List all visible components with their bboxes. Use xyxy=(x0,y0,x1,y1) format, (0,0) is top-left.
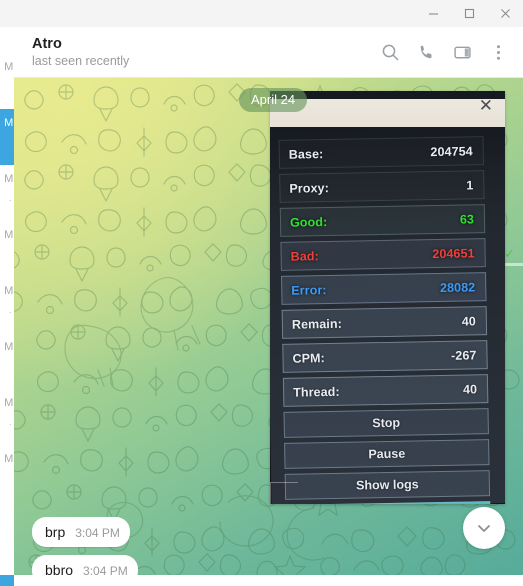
chat-list-item[interactable]: M · xyxy=(0,389,14,445)
chat-list-item[interactable]: M xyxy=(0,445,14,501)
photo-inner-frame xyxy=(270,482,298,504)
stat-label-bad: Bad: xyxy=(290,248,319,264)
chat-list-item-meta: · xyxy=(8,419,12,430)
chat-list-item-time: M xyxy=(4,173,13,185)
stat-label-remain: Remain: xyxy=(291,316,343,332)
chat-list-item-time: M xyxy=(4,61,13,73)
chat-list-item[interactable]: M xyxy=(0,53,14,109)
chat-list-item[interactable]: M · xyxy=(0,277,14,333)
composer-strip xyxy=(0,575,523,586)
chat-list-sidebar[interactable]: M M M M · M M · M M · M xyxy=(0,27,14,582)
chat-list-item-meta: · xyxy=(8,307,12,318)
chat-list-item-time: M xyxy=(4,341,13,353)
stat-label-thread: Thread: xyxy=(293,384,340,400)
message-text: brp xyxy=(45,524,66,540)
stat-row-bad: Bad: 204651 xyxy=(280,238,486,271)
show-logs-button: Show logs xyxy=(284,470,491,500)
chat-list-item[interactable]: M · xyxy=(0,165,14,221)
stat-value-good: 63 xyxy=(459,211,475,227)
progress-bar xyxy=(285,501,491,504)
stat-value-proxy: 1 xyxy=(466,177,474,192)
stat-label-cpm: CPM: xyxy=(292,350,325,366)
chat-list-item-time: M xyxy=(4,397,13,409)
stats-panel: Base: 204754 Proxy: 1 Good: 63 Bad: 2046… xyxy=(278,136,491,504)
stat-value-base: 204754 xyxy=(430,143,473,159)
search-icon[interactable] xyxy=(373,35,407,69)
window-maximize-button[interactable] xyxy=(451,0,487,27)
photo-message[interactable]: ✕ Base: 204754 Proxy: 1 Good: 63 Bad: 20… xyxy=(270,91,505,504)
stat-value-remain: 40 xyxy=(461,313,476,329)
stat-label-proxy: Proxy: xyxy=(289,180,330,196)
chat-header-actions xyxy=(373,35,515,69)
stat-label-error: Error: xyxy=(291,282,327,298)
stat-row-cpm: CPM: -267 xyxy=(282,340,488,373)
more-menu-icon[interactable] xyxy=(481,35,515,69)
stat-label-good: Good: xyxy=(289,214,328,230)
chat-list-item-time: M xyxy=(4,285,13,297)
chat-list-item-time: M xyxy=(4,229,13,241)
chat-list-item[interactable]: M xyxy=(0,27,14,53)
stat-label-base: Base: xyxy=(288,146,324,162)
close-icon[interactable]: ✕ xyxy=(479,97,493,114)
message-text: bbro xyxy=(45,562,74,575)
read-receipt-check-icon: ✓ xyxy=(504,246,515,261)
message-bubble[interactable]: brp 3:04 PM xyxy=(32,517,130,547)
chat-header-info[interactable]: Atro last seen recently xyxy=(32,36,373,69)
stat-value-bad: 204651 xyxy=(432,245,475,261)
stop-button: Stop xyxy=(283,408,489,438)
stat-row-base: Base: 204754 xyxy=(278,136,485,169)
chat-list-item-time: M xyxy=(4,117,13,129)
scroll-to-bottom-button[interactable] xyxy=(463,507,505,549)
window-minimize-button[interactable] xyxy=(415,0,451,27)
telegram-window: M M M M · M M · M M · M Atro xyxy=(0,0,523,586)
chat-list-item-active[interactable]: M xyxy=(0,109,14,165)
stat-row-proxy: Proxy: 1 xyxy=(279,170,485,203)
date-badge: April 24 xyxy=(239,88,308,112)
chat-header: Atro last seen recently xyxy=(14,27,523,78)
stat-row-thread: Thread: 40 xyxy=(282,374,489,407)
message-time: 3:04 PM xyxy=(83,564,128,575)
chat-message-area[interactable]: April 24 ✓ ✕ Base: 204754 Proxy: 1 Good:… xyxy=(14,78,523,575)
stat-value-thread: 40 xyxy=(462,381,478,397)
stat-row-remain: Remain: 40 xyxy=(281,306,488,339)
sidebar-active-indicator xyxy=(0,575,14,586)
stat-value-cpm: -267 xyxy=(450,347,477,363)
chat-list-item-meta: · xyxy=(8,195,12,206)
chat-list-item[interactable]: M xyxy=(0,221,14,277)
stat-row-error: Error: 28082 xyxy=(281,272,487,305)
chat-title: Atro xyxy=(32,35,62,52)
stat-value-error: 28082 xyxy=(439,279,476,295)
phone-icon[interactable] xyxy=(409,35,443,69)
sidebar-toggle-icon[interactable] xyxy=(445,35,479,69)
message-time: 3:04 PM xyxy=(75,526,120,540)
chat-list-item[interactable]: M xyxy=(0,333,14,389)
window-close-button[interactable] xyxy=(487,0,523,27)
chat-status: last seen recently xyxy=(32,54,130,69)
message-bubble[interactable]: bbro 3:04 PM xyxy=(32,555,138,575)
chat-list-item-time: M xyxy=(4,453,13,465)
stat-row-good: Good: 63 xyxy=(279,204,486,237)
window-titlebar xyxy=(0,0,523,27)
pause-button: Pause xyxy=(284,439,490,469)
